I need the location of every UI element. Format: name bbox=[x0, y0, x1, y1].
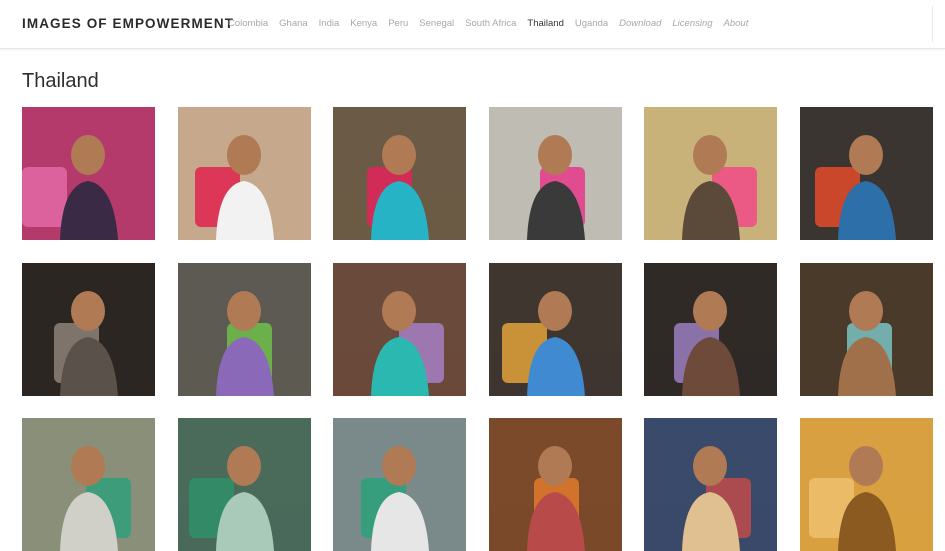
country-nav: Colombia Ghana India Kenya Peru Senegal South … bbox=[228, 18, 759, 29]
photo-image bbox=[333, 262, 466, 396]
scrollbar-edge bbox=[932, 6, 933, 42]
gallery-photo[interactable] bbox=[22, 107, 155, 240]
nav-link-licensing[interactable]: Licensing bbox=[672, 18, 712, 29]
photo-image bbox=[644, 418, 777, 551]
gallery-photo[interactable] bbox=[333, 107, 466, 240]
gallery-photo[interactable] bbox=[799, 418, 933, 551]
photo-image bbox=[333, 107, 466, 240]
photo-image bbox=[22, 262, 155, 396]
gallery-photo[interactable] bbox=[22, 418, 155, 551]
gallery-photo[interactable] bbox=[333, 262, 466, 396]
nav-link-about[interactable]: About bbox=[724, 18, 749, 29]
photo-image bbox=[644, 107, 777, 240]
photo-image bbox=[177, 418, 311, 551]
gallery-photo[interactable] bbox=[177, 107, 311, 240]
nav-link-south-africa[interactable]: South Africa bbox=[465, 18, 516, 29]
gallery-photo[interactable] bbox=[644, 418, 777, 551]
photo-image bbox=[799, 262, 933, 396]
photo-image bbox=[177, 107, 311, 240]
nav-link-peru[interactable]: Peru bbox=[388, 18, 408, 29]
page-title: Thailand bbox=[22, 70, 99, 92]
nav-link-download[interactable]: Download bbox=[619, 18, 661, 29]
photo-image bbox=[488, 418, 622, 551]
gallery-photo[interactable] bbox=[644, 262, 777, 396]
gallery-photo[interactable] bbox=[488, 107, 622, 240]
nav-link-ghana[interactable]: Ghana bbox=[279, 18, 308, 29]
gallery-photo[interactable] bbox=[644, 107, 777, 240]
site-title[interactable]: IMAGES OF EMPOWERMENT bbox=[22, 16, 234, 31]
gallery-photo[interactable] bbox=[488, 262, 622, 396]
nav-link-kenya[interactable]: Kenya bbox=[350, 18, 377, 29]
photo-image bbox=[488, 107, 622, 240]
nav-link-colombia[interactable]: Colombia bbox=[228, 18, 268, 29]
photo-image bbox=[799, 107, 933, 240]
top-bar: IMAGES OF EMPOWERMENT Colombia Ghana India… bbox=[0, 0, 945, 49]
photo-image bbox=[177, 262, 311, 396]
gallery-photo[interactable] bbox=[177, 262, 311, 396]
gallery-photo[interactable] bbox=[799, 107, 933, 240]
photo-image bbox=[488, 262, 622, 396]
nav-link-india[interactable]: India bbox=[319, 18, 340, 29]
nav-link-uganda[interactable]: Uganda bbox=[575, 18, 608, 29]
nav-link-senegal[interactable]: Senegal bbox=[419, 18, 454, 29]
gallery-photo[interactable] bbox=[177, 418, 311, 551]
photo-image bbox=[22, 418, 155, 551]
photo-image bbox=[333, 418, 466, 551]
gallery-photo[interactable] bbox=[333, 418, 466, 551]
photo-image bbox=[22, 107, 155, 240]
photo-image bbox=[644, 262, 777, 396]
nav-link-thailand[interactable]: Thailand bbox=[527, 18, 563, 29]
photo-image bbox=[799, 418, 933, 551]
gallery-photo[interactable] bbox=[22, 262, 155, 396]
gallery-photo[interactable] bbox=[799, 262, 933, 396]
gallery-photo[interactable] bbox=[488, 418, 622, 551]
